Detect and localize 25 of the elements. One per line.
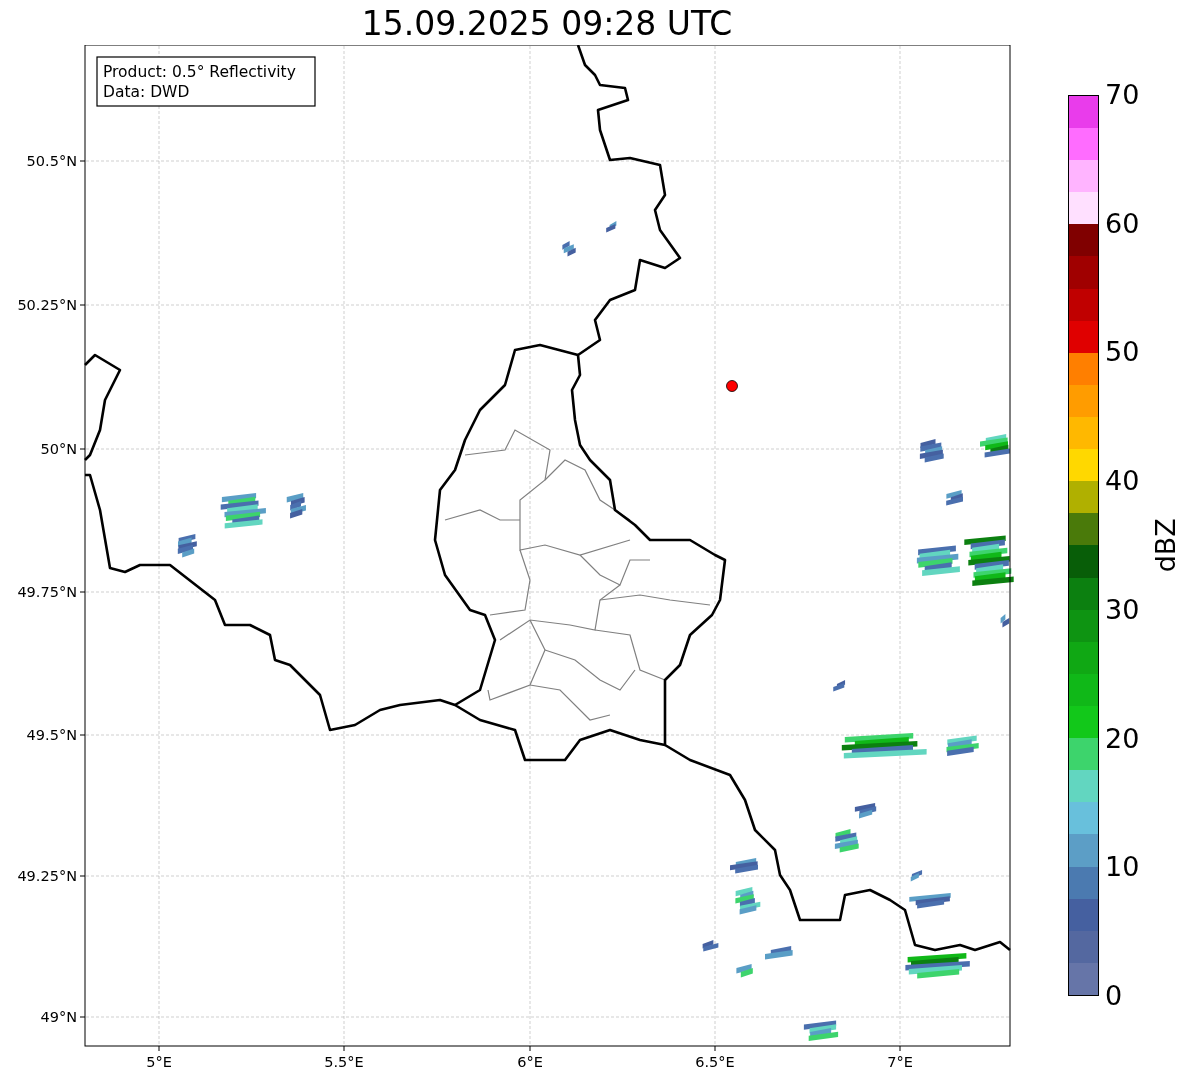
info-text: Product: 0.5° Reflectivity — [103, 63, 296, 81]
colorbar-tick-label: 0 — [1105, 981, 1124, 1010]
colorbar-tick-label: 30 — [1105, 595, 1141, 624]
axis-tick-label: 50.25°N — [17, 297, 77, 313]
colorbar-tick-label: 20 — [1105, 724, 1141, 753]
axis-tick-label: 5°E — [146, 1054, 172, 1070]
colorbar-label: dBZ — [1148, 518, 1182, 573]
colorbar-tick-label: 10 — [1105, 853, 1141, 882]
axis-tick-label: 6°E — [517, 1054, 543, 1070]
axis-tick-label: 50°N — [40, 441, 77, 457]
colorbar-tick-label: 60 — [1105, 209, 1141, 238]
info-text: Data: DWD — [103, 83, 190, 101]
axis-tick-label: 50.5°N — [26, 153, 77, 169]
chart-title: 15.09.2025 09:28 UTC — [361, 3, 733, 45]
colorbar-tick-label: 40 — [1105, 467, 1141, 496]
radar-site-marker — [726, 380, 738, 392]
axis-tick-label: 49.75°N — [17, 584, 77, 600]
axis-tick-label: 6.5°E — [695, 1054, 735, 1070]
axis-tick-label: 49.5°N — [26, 727, 77, 743]
colorbar-tick-label: 70 — [1105, 81, 1141, 109]
axis-tick-label: 49°N — [40, 1009, 77, 1025]
colorbar-tick-label: 50 — [1105, 338, 1141, 367]
axis-tick-label: 49.25°N — [17, 868, 77, 884]
axis-tick-label: 5.5°E — [324, 1054, 364, 1070]
axis-tick-label: 7°E — [887, 1054, 913, 1070]
